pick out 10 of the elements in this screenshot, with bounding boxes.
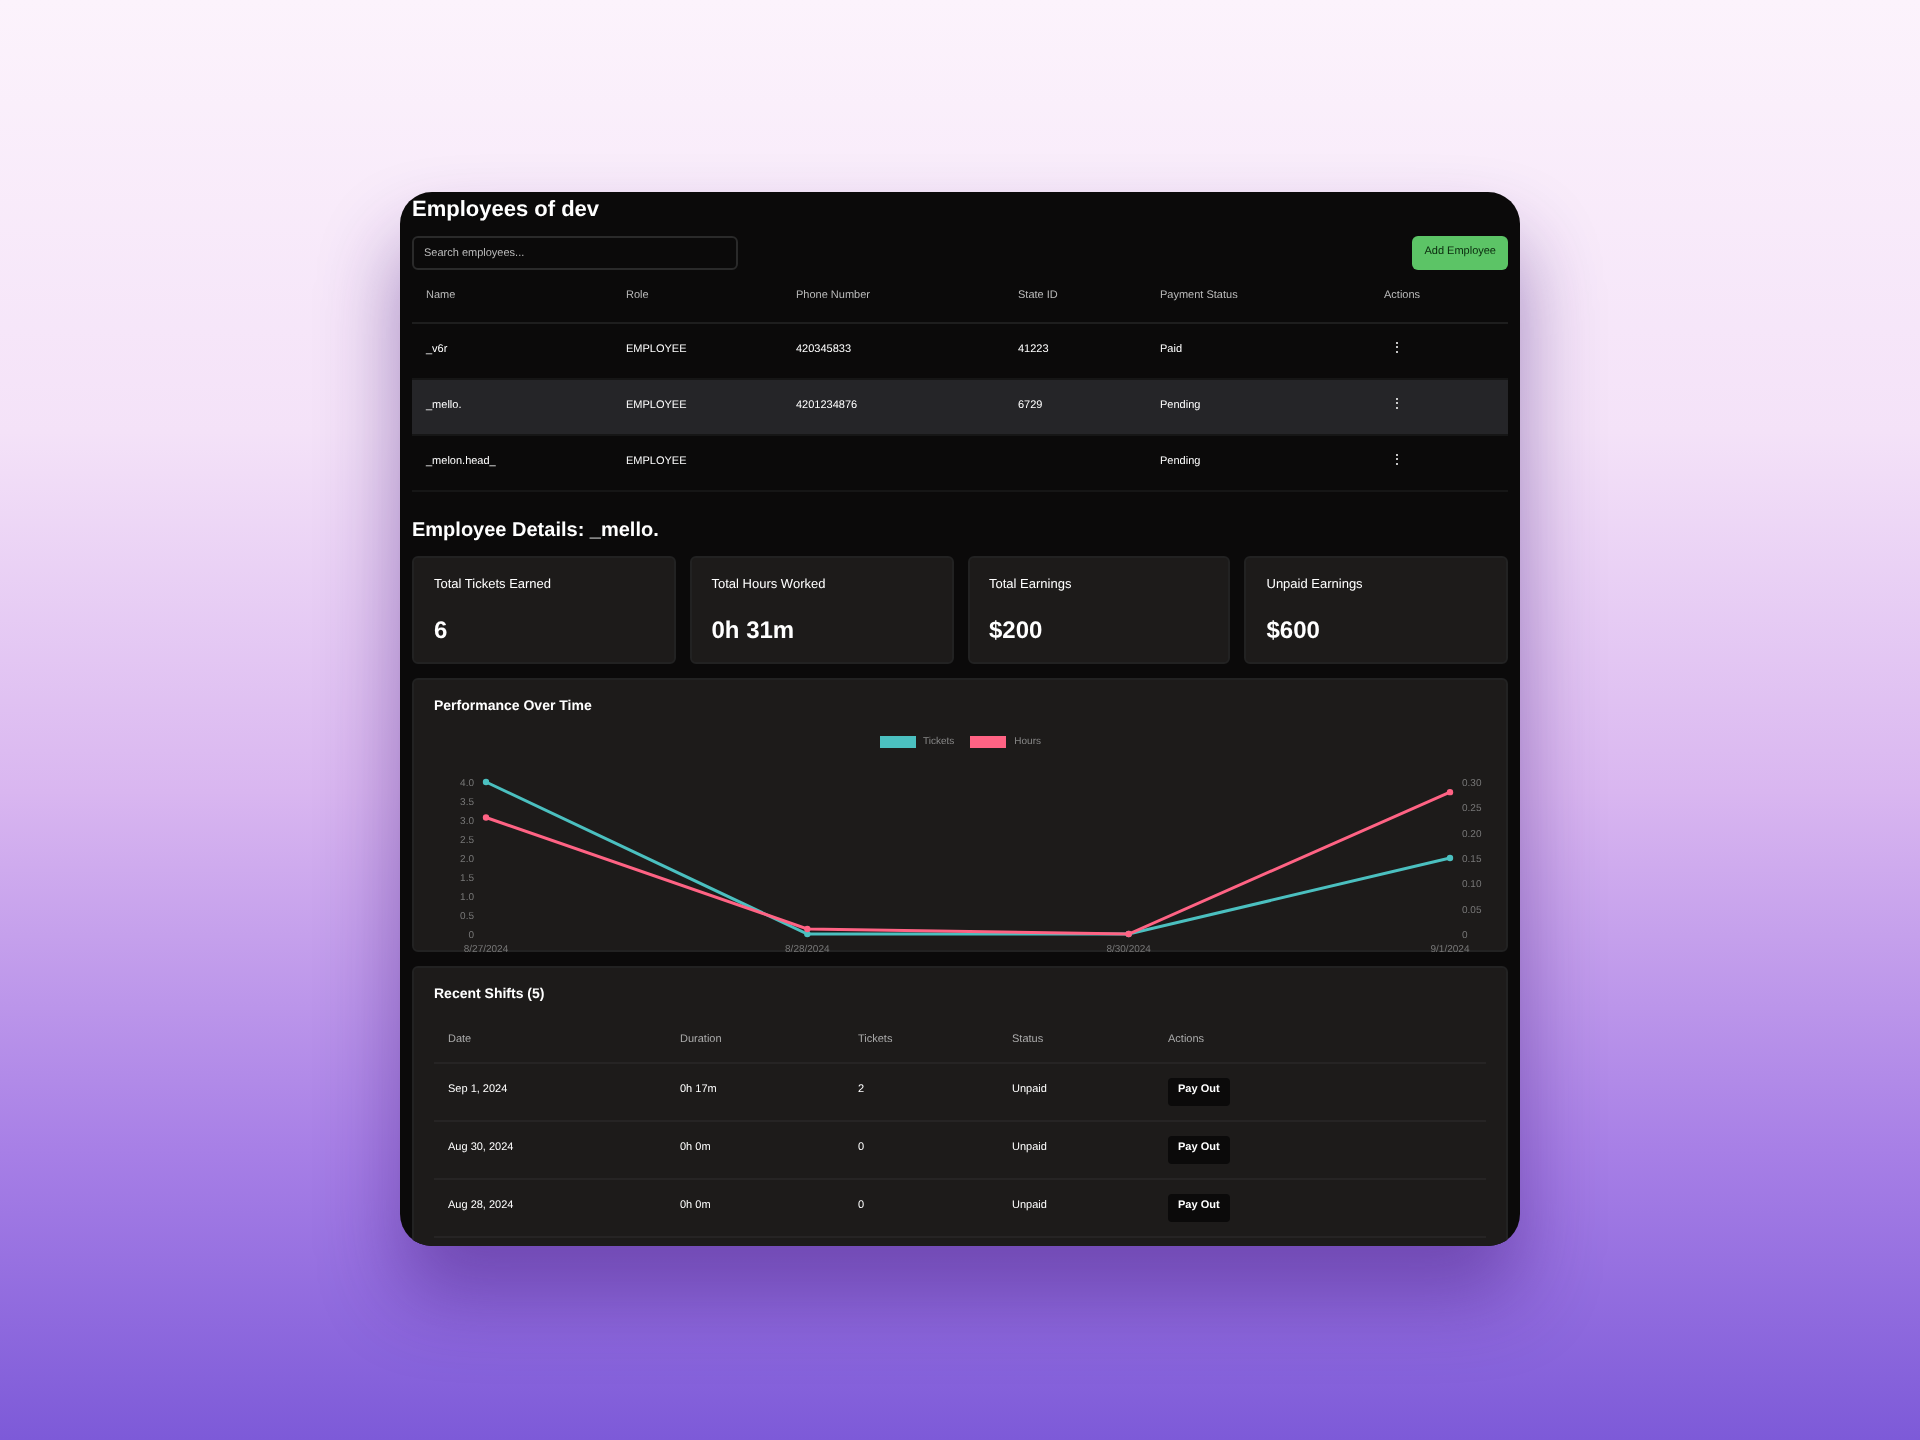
data-point — [482, 814, 490, 821]
stat-value: $200 — [989, 613, 1045, 648]
data-point — [482, 778, 490, 786]
stat-value: 0h 31m — [711, 613, 797, 648]
stat-value: $600 — [1266, 613, 1322, 648]
page-title: Employees of dev — [412, 196, 602, 224]
stat-value: 6 — [434, 613, 450, 648]
data-point — [1446, 854, 1454, 862]
data-point — [1446, 788, 1454, 796]
section-title: Employee Details: _mello. — [412, 518, 661, 544]
